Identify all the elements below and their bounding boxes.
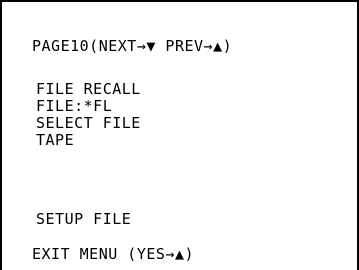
menu-item-setup-file[interactable]: SETUP FILE <box>36 211 131 227</box>
page-header: PAGE10(NEXT→▼ PREV→▲) <box>32 37 233 55</box>
menu-item-tape[interactable]: TAPE <box>36 132 74 148</box>
exit-menu-option[interactable]: EXIT MENU (YES→▲) <box>32 246 194 262</box>
menu-item-file-recall[interactable]: FILE RECALL <box>36 81 141 97</box>
menu-item-select-file[interactable]: SELECT FILE <box>36 115 141 131</box>
menu-item-file-name[interactable]: FILE:*FL <box>36 98 112 114</box>
menu-screen: PAGE10(NEXT→▼ PREV→▲) FILE RECALL FILE:*… <box>0 0 359 270</box>
